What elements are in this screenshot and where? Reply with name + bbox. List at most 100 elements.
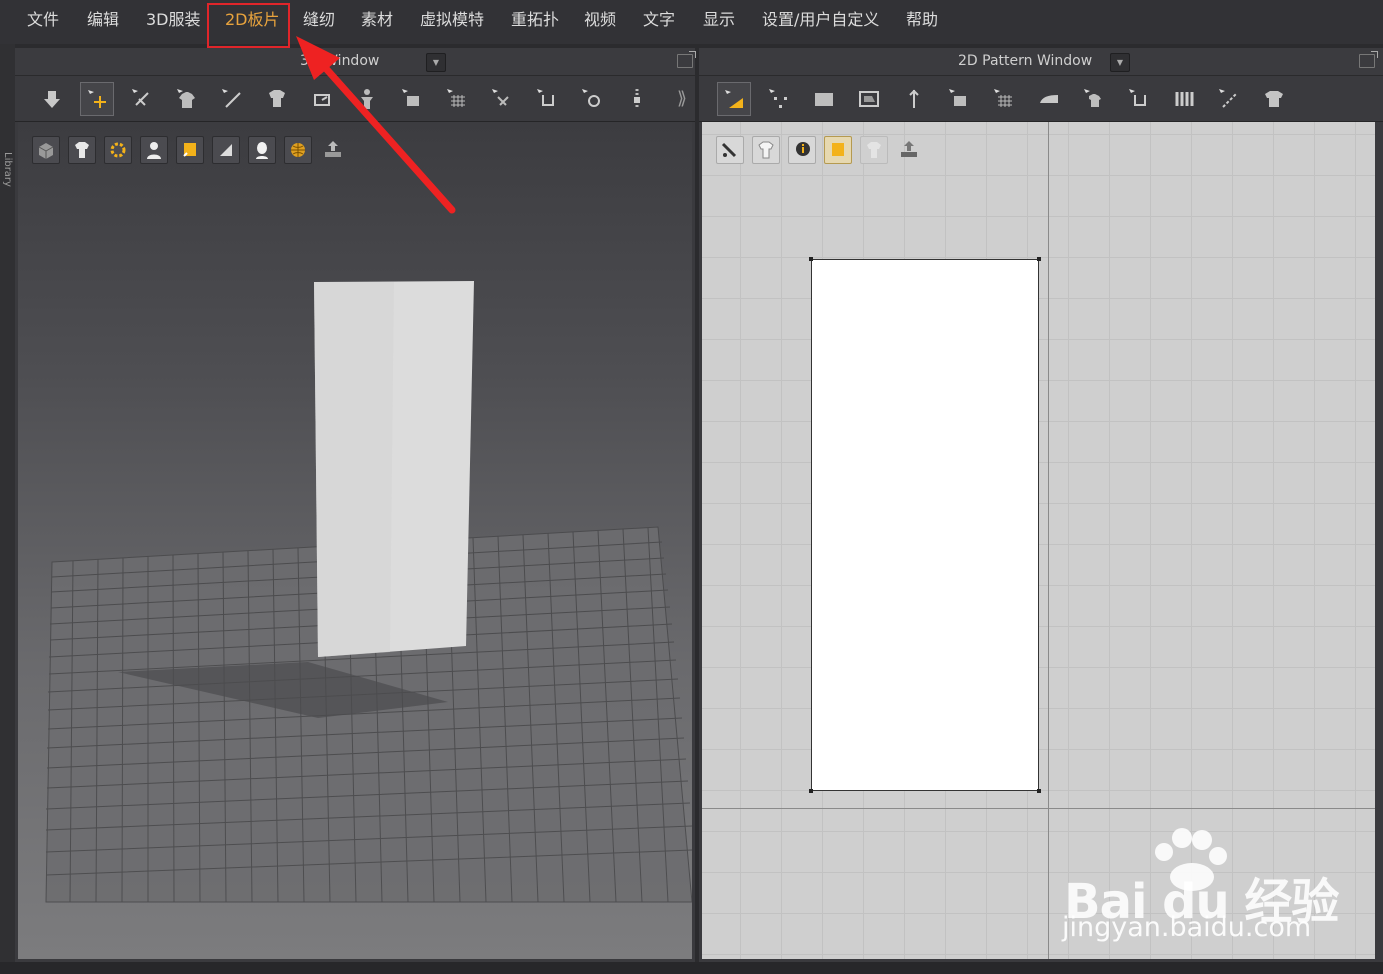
menu-sewing[interactable]: 缝纫 [303, 10, 335, 30]
avatar-icon [361, 89, 373, 109]
status-bar [0, 962, 1383, 974]
view-2d-texture-toggle[interactable] [824, 136, 852, 164]
zipper-tool[interactable] [620, 82, 654, 116]
menu-materials[interactable]: 素材 [361, 10, 393, 30]
tack-icon [314, 94, 330, 106]
grid-2d-icon [994, 89, 1012, 107]
fold-arrange-tool[interactable] [485, 82, 519, 116]
garment-2d-icon [1084, 89, 1101, 107]
3d-viewport[interactable] [18, 122, 692, 959]
edit-pattern-2d-tool[interactable] [942, 82, 976, 116]
segment-sewing-icon [1175, 92, 1194, 106]
view-info-toggle[interactable] [788, 136, 816, 164]
pen-eye-icon [721, 142, 737, 158]
view-2d-garment-toggle[interactable] [752, 136, 780, 164]
fold-arrange-icon [492, 89, 509, 106]
sewing-2d-tool[interactable] [1122, 82, 1156, 116]
transform-pattern-tool[interactable] [717, 82, 751, 116]
garment-select-tool[interactable] [170, 82, 204, 116]
button-icon [582, 89, 600, 107]
menu-highlight-box [207, 3, 290, 48]
menu-help[interactable]: 帮助 [906, 10, 938, 30]
grid-tool[interactable] [440, 82, 474, 116]
garment-2d-tool[interactable] [1077, 82, 1111, 116]
3d-scene [45, 281, 692, 903]
edit-pattern-2d-icon [949, 89, 966, 106]
simulation-tool[interactable] [35, 82, 69, 116]
2d-window-dropdown[interactable]: ▼ [1110, 53, 1130, 72]
menu-edit[interactable]: 编辑 [87, 10, 119, 30]
view-pattern-outline-toggle[interactable] [716, 136, 744, 164]
select-move-icon [88, 90, 106, 108]
watermark-url: jingyan.baidu.com [1062, 912, 1312, 943]
shirt-eye-icon [758, 141, 774, 159]
avatar-tool[interactable] [350, 82, 384, 116]
menu-settings[interactable]: 设置/用户自定义 [762, 10, 879, 30]
toolbar-overflow-button[interactable]: ⟫ [677, 88, 687, 109]
fold-tool[interactable] [260, 82, 294, 116]
menu-retopology[interactable]: 重拓扑 [511, 10, 559, 30]
internal-line-icon [1219, 89, 1238, 108]
grid-icon [447, 89, 465, 107]
horizontal-axis [702, 808, 1375, 809]
pin-icon [909, 89, 919, 108]
select-mesh-tool[interactable] [125, 82, 159, 116]
2d-window-popout-icon[interactable] [1359, 51, 1378, 68]
internal-line-tool[interactable] [1212, 82, 1246, 116]
pattern-piece-rectangle[interactable] [809, 257, 1041, 793]
edit-point-icon [769, 89, 787, 108]
3d-window-dropdown[interactable]: ▼ [426, 53, 446, 72]
2d-window-title: 2D Pattern Window [958, 53, 1093, 69]
menu-avatar[interactable]: 虚拟模特 [420, 10, 484, 30]
pattern-corner-point[interactable] [1037, 257, 1041, 261]
menu-video[interactable]: 视频 [584, 10, 616, 30]
internal-polygon-icon [859, 91, 879, 107]
pattern-corner-point[interactable] [1037, 789, 1041, 793]
library-label: Library [2, 152, 13, 187]
menu-file[interactable]: 文件 [27, 10, 59, 30]
edit-pattern-3d-tool[interactable] [395, 82, 429, 116]
2d-window-header: 2D Pattern Window ▼ [699, 48, 1383, 76]
vertical-axis [1048, 122, 1049, 959]
view-2d-shirt-disabled[interactable] [860, 136, 888, 164]
arrow-down-icon [44, 91, 60, 108]
rectangle-icon [815, 93, 833, 106]
texture-2d-icon [832, 143, 844, 156]
edit-point-tool[interactable] [762, 82, 796, 116]
pattern-corner-point[interactable] [809, 789, 813, 793]
needle-icon [222, 89, 241, 108]
menu-3d-garment[interactable]: 3D服装 [146, 10, 201, 30]
3d-window-header: 3D Window ▼ [15, 48, 696, 76]
select-move-tool[interactable] [80, 82, 114, 116]
button-tool[interactable] [575, 82, 609, 116]
3d-window: 3D Window ▼ ⟫ [15, 48, 696, 962]
pin-tool[interactable] [215, 82, 249, 116]
3d-toolbar: ⟫ [15, 76, 695, 122]
view-2d-export-button[interactable] [896, 136, 924, 164]
iron-tool[interactable] [1032, 82, 1066, 116]
grid-2d-tool[interactable] [987, 82, 1021, 116]
tshirt-tool[interactable] [1257, 82, 1291, 116]
3d-window-title: 3D Window [300, 53, 380, 69]
iron-icon [1040, 95, 1058, 103]
segment-sewing-tool[interactable] [1167, 82, 1201, 116]
sewing-3d-tool[interactable] [530, 82, 564, 116]
2d-toolbar [699, 76, 1383, 122]
sewing-2d-icon [1129, 89, 1146, 106]
pattern-corner-point[interactable] [809, 257, 813, 261]
internal-polygon-tool[interactable] [852, 82, 886, 116]
menu-display[interactable]: 显示 [703, 10, 735, 30]
library-strip[interactable]: Library [0, 44, 15, 962]
transform-pattern-icon [725, 90, 743, 108]
sewing-icon [537, 89, 554, 106]
menu-text[interactable]: 文字 [643, 10, 675, 30]
shirt-icon [177, 89, 195, 108]
garment-icon [269, 90, 285, 107]
edit-pattern-icon [402, 89, 419, 106]
pin-2d-tool[interactable] [897, 82, 931, 116]
info-icon [796, 142, 810, 156]
rectangle-tool[interactable] [807, 82, 841, 116]
tack-tool[interactable] [305, 82, 339, 116]
upload-tray-2d-icon [901, 141, 917, 157]
3d-window-popout-icon[interactable] [677, 51, 696, 68]
